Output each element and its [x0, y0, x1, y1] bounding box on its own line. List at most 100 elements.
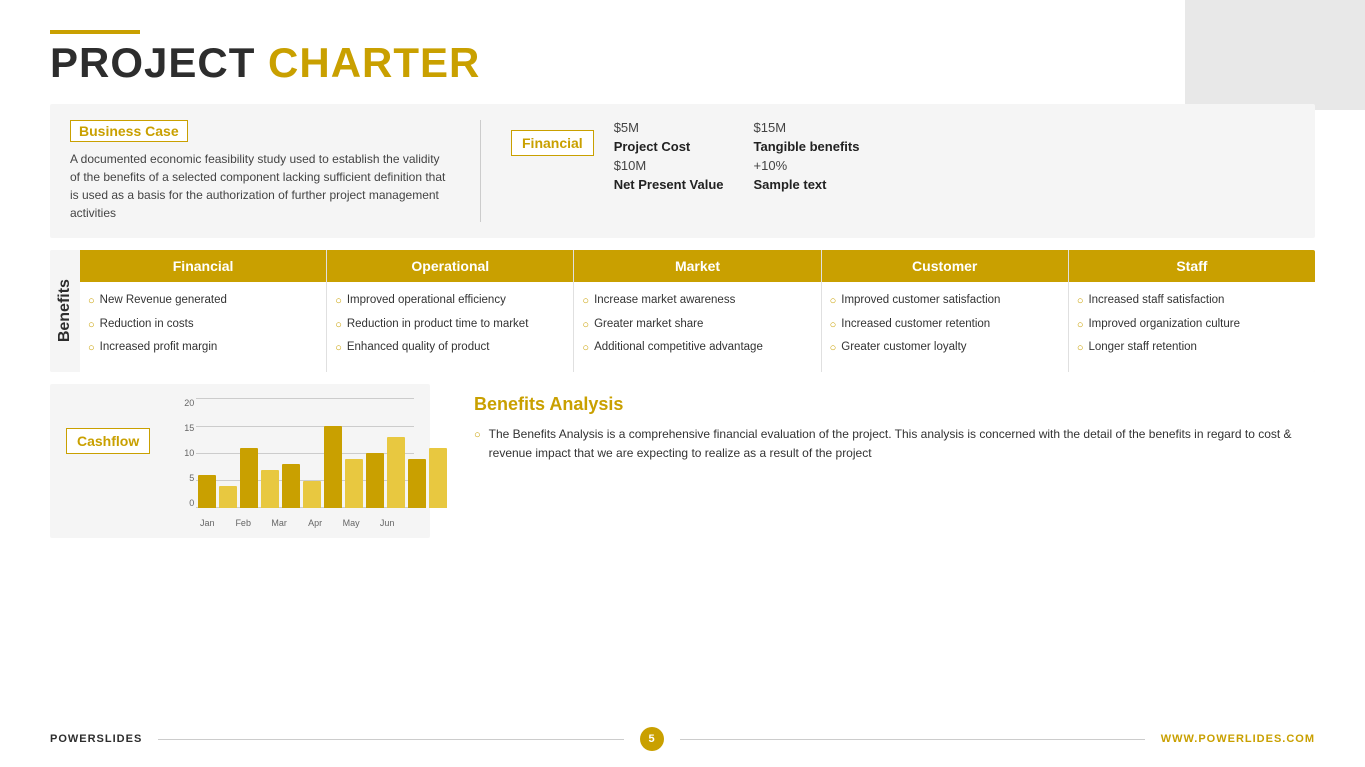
list-item: ○ Reduction in product time to market [335, 316, 565, 333]
list-item: ○ Increase market awareness [582, 292, 812, 309]
list-item: ○ Increased customer retention [830, 316, 1060, 333]
bar-jun-2 [429, 448, 447, 509]
list-item: ○ Enhanced quality of product [335, 339, 565, 356]
x-label-mar: Mar [270, 518, 288, 528]
bar-mar-1 [282, 464, 300, 508]
bar-group-feb2 [261, 398, 279, 508]
benefit-header-staff: Staff [1069, 250, 1315, 282]
bar-may-2 [387, 437, 405, 509]
benefit-text: Reduction in product time to market [347, 316, 529, 332]
financial-section: Financial $5M $15M Project Cost Tangible… [511, 120, 1295, 192]
bar-group-may2 [387, 398, 405, 508]
bullet-icon: ○ [830, 341, 837, 356]
benefit-text: Increased staff satisfaction [1088, 292, 1224, 308]
fin-label-2: Tangible benefits [754, 139, 864, 154]
list-item: ○ Increased profit margin [88, 339, 318, 356]
x-label-jan: Jan [198, 518, 216, 528]
fin-value-2: $15M [754, 120, 864, 135]
main-content: Business Case A documented economic feas… [50, 104, 1315, 538]
cashflow-panel: Cashflow 20 15 10 5 0 [50, 384, 430, 538]
benefit-text: Additional competitive advantage [594, 339, 763, 355]
bar-jan-2 [219, 486, 237, 508]
x-label-feb2 [252, 518, 270, 528]
fin-value-1: $5M [614, 120, 724, 135]
list-item: ○ New Revenue generated [88, 292, 318, 309]
header-accent-line [50, 30, 140, 34]
bar-apr-2 [345, 459, 363, 509]
list-item: ○ Improved customer satisfaction [830, 292, 1060, 309]
bar-jan-1 [198, 475, 216, 508]
benefit-col-market: Market ○ Increase market awareness ○ Gre… [574, 250, 821, 372]
x-label-may2 [360, 518, 378, 528]
list-item: ○ Reduction in costs [88, 316, 318, 333]
benefit-text: Longer staff retention [1088, 339, 1196, 355]
bar-group-mar [282, 398, 300, 508]
y-label-5: 5 [189, 473, 194, 483]
bar-group-apr2 [345, 398, 363, 508]
benefit-text: Greater market share [594, 316, 703, 332]
footer-line-left [158, 739, 623, 740]
bars-area [198, 398, 414, 508]
bar-group-jun2 [429, 398, 447, 508]
fin-label-3: Net Present Value [614, 177, 724, 192]
bar-jun-1 [408, 459, 426, 509]
y-label-10: 10 [184, 448, 194, 458]
fin-label-4: Sample text [754, 177, 864, 192]
title-project: PROJECT [50, 39, 255, 86]
benefit-text: Increase market awareness [594, 292, 735, 308]
benefit-text: Improved organization culture [1088, 316, 1240, 332]
benefit-col-staff: Staff ○ Increased staff satisfaction ○ I… [1069, 250, 1315, 372]
benefit-header-customer: Customer [822, 250, 1068, 282]
bullet-icon: ○ [582, 294, 589, 309]
benefit-body-operational: ○ Improved operational efficiency ○ Redu… [327, 282, 573, 372]
bar-group-jan [198, 398, 216, 508]
chart-area: 20 15 10 5 0 [166, 398, 414, 528]
list-item: ○ Greater customer loyalty [830, 339, 1060, 356]
y-label-0: 0 [189, 498, 194, 508]
bar-feb-2 [261, 470, 279, 509]
benefit-body-financial: ○ New Revenue generated ○ Reduction in c… [80, 282, 326, 372]
x-label-apr: Apr [306, 518, 324, 528]
benefit-text: Increased customer retention [841, 316, 990, 332]
bar-group-mar2 [303, 398, 321, 508]
bar-group-apr [324, 398, 342, 508]
top-section: Business Case A documented economic feas… [50, 104, 1315, 238]
benefits-section: Benefits Financial ○ New Revenue generat… [50, 250, 1315, 372]
benefit-text: Enhanced quality of product [347, 339, 490, 355]
x-label-jun2 [396, 518, 414, 528]
bar-group-feb [240, 398, 258, 508]
bullet-icon: ○ [1077, 318, 1084, 333]
benefit-col-financial: Financial ○ New Revenue generated ○ Redu… [80, 250, 327, 372]
benefit-header-financial: Financial [80, 250, 326, 282]
benefits-analysis-text: The Benefits Analysis is a comprehensive… [489, 425, 1301, 462]
benefit-text: Improved operational efficiency [347, 292, 506, 308]
vertical-divider [480, 120, 481, 222]
header: PROJECT CHARTER [50, 30, 1315, 86]
footer: POWERSLIDES 5 WWW.POWERLIDES.COM [50, 727, 1315, 751]
fin-label-1: Project Cost [614, 139, 724, 154]
bar-group-may [366, 398, 384, 508]
x-label-jun: Jun [378, 518, 396, 528]
bullet-icon: ○ [335, 294, 342, 309]
bullet-icon: ○ [830, 318, 837, 333]
benefit-text: Increased profit margin [100, 339, 218, 355]
y-axis: 20 15 10 5 0 [166, 398, 194, 508]
list-item: ○ Additional competitive advantage [582, 339, 812, 356]
benefits-analysis-item: ○ The Benefits Analysis is a comprehensi… [474, 425, 1301, 462]
benefits-analysis-panel: Benefits Analysis ○ The Benefits Analysi… [460, 384, 1315, 472]
bullet-icon: ○ [1077, 341, 1084, 356]
list-item: ○ Greater market share [582, 316, 812, 333]
benefits-columns: Financial ○ New Revenue generated ○ Redu… [80, 250, 1315, 372]
benefit-text: New Revenue generated [100, 292, 227, 308]
benefit-header-operational: Operational [327, 250, 573, 282]
benefit-col-customer: Customer ○ Improved customer satisfactio… [822, 250, 1069, 372]
bullet-icon: ○ [830, 294, 837, 309]
y-label-15: 15 [184, 423, 194, 433]
business-case-title: Business Case [70, 120, 188, 142]
list-item: ○ Improved operational efficiency [335, 292, 565, 309]
benefit-body-market: ○ Increase market awareness ○ Greater ma… [574, 282, 820, 372]
y-label-20: 20 [184, 398, 194, 408]
benefit-header-market: Market [574, 250, 820, 282]
benefit-text: Greater customer loyalty [841, 339, 966, 355]
cashflow-label: Cashflow [66, 428, 150, 454]
